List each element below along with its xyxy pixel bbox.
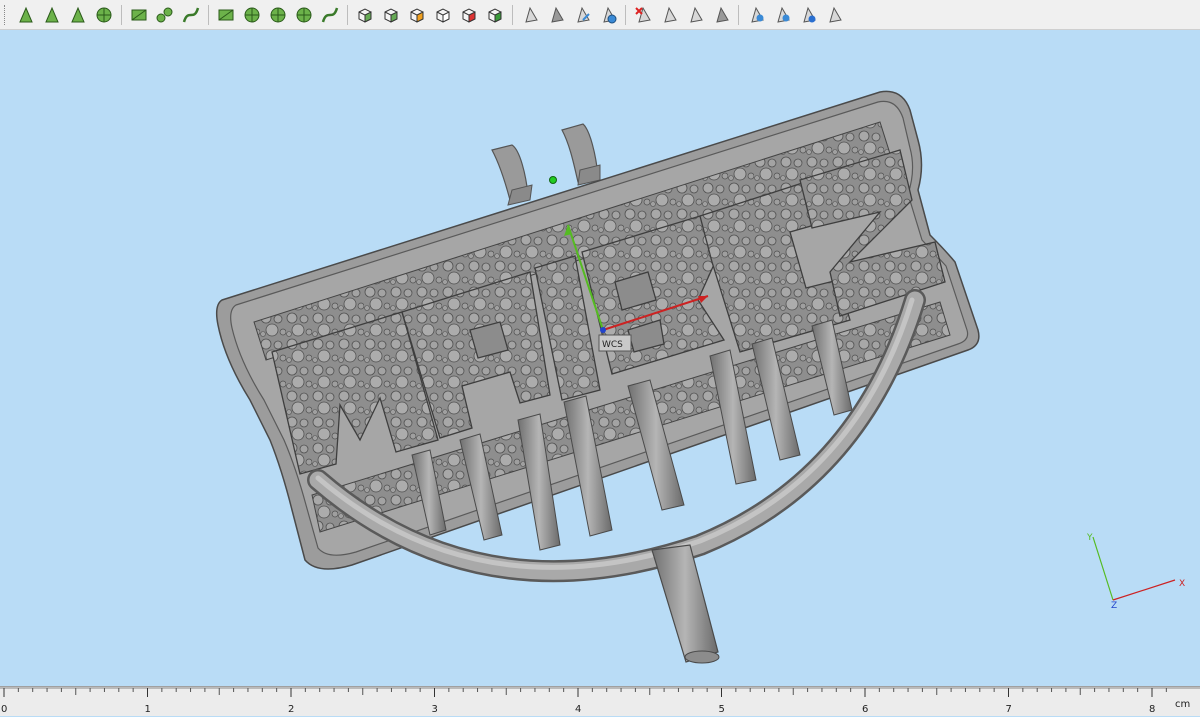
cube-green-icon [488, 7, 502, 23]
ruler-tick-label: 7 [1006, 704, 1012, 715]
cube-view-icon [358, 7, 372, 23]
sprue-stem [651, 544, 719, 663]
component-select-icon [270, 7, 286, 22]
connect-select-button[interactable] [153, 3, 177, 27]
triad-x-label: X [1179, 579, 1185, 589]
toolbar-grip[interactable] [4, 4, 8, 25]
select-path-icon [71, 6, 85, 22]
select-sphere-icon [96, 7, 112, 22]
triangle-grid-icon [829, 6, 842, 23]
triangle-globe-button[interactable] [596, 3, 620, 27]
triangle-search-button[interactable] [770, 3, 794, 27]
toolbar-separator [121, 4, 122, 25]
select-edge-button[interactable] [40, 3, 64, 27]
triangle-delete-icon [635, 6, 651, 23]
select-path-button[interactable] [66, 3, 90, 27]
triangle-solid-icon [716, 6, 729, 23]
select-point-button[interactable] [14, 3, 38, 27]
triangle-arrow-icon [577, 6, 590, 23]
ruler-tick-label: 2 [288, 704, 294, 715]
bottom-ruler: 0 1 2 3 4 5 6 7 8 cm [0, 686, 1200, 716]
triangle-info-icon [803, 6, 816, 23]
triangle-delete-button[interactable] [631, 3, 655, 27]
triangle-solid-button[interactable] [709, 3, 733, 27]
curve-select-icon [182, 7, 200, 22]
triangle-light-icon [751, 6, 764, 23]
triad-z-label: Z [1111, 601, 1117, 611]
rect-select-icon [131, 9, 147, 20]
ruler-tick-label: 5 [719, 704, 725, 715]
cube-green-button[interactable] [483, 3, 507, 27]
toolbar-separator [512, 4, 513, 25]
toolbar-separator [208, 4, 209, 25]
cube-front-icon [384, 7, 398, 23]
wheel-select-button[interactable] [292, 3, 316, 27]
cube-color-button[interactable] [405, 3, 429, 27]
triangle-fill-button[interactable] [544, 3, 568, 27]
triangle-outline-button[interactable] [683, 3, 707, 27]
cube-wire-icon [436, 7, 450, 23]
cube-view-button[interactable] [353, 3, 377, 27]
lasso-select-button[interactable] [318, 3, 342, 27]
cluster-select-icon [244, 7, 260, 22]
component-select-button[interactable] [266, 3, 290, 27]
ruler-tick-label: 1 [145, 704, 151, 715]
cluster-select-button[interactable] [240, 3, 264, 27]
triangle-shade-icon [664, 6, 677, 23]
wheel-select-icon [296, 7, 312, 22]
triangle-button[interactable] [518, 3, 542, 27]
triangle-info-button[interactable] [796, 3, 820, 27]
ruler-tick-label: 0 [1, 704, 7, 715]
orientation-triad: Y X Z [1086, 533, 1185, 611]
cube-wire-button[interactable] [431, 3, 455, 27]
rect-select-button[interactable] [127, 3, 151, 27]
triangle-arrow-button[interactable] [570, 3, 594, 27]
ruler-tick-label: 8 [1149, 704, 1155, 715]
ruler-tick-label: 4 [575, 704, 581, 715]
triangle-fill-icon [551, 6, 564, 23]
triangle-search-icon [777, 6, 790, 23]
triad-y-label: Y [1086, 533, 1093, 543]
toolbar-separator [738, 4, 739, 25]
toolbar-separator [347, 4, 348, 25]
ruler-unit-label: cm [1175, 699, 1190, 710]
triangle-outline-icon [690, 6, 703, 23]
3d-viewport[interactable]: WCS Y X Z [0, 30, 1200, 686]
cube-red-icon [462, 7, 476, 23]
select-sphere-button[interactable] [92, 3, 116, 27]
connect-select-icon [156, 7, 173, 22]
cube-red-button[interactable] [457, 3, 481, 27]
mesh-select-icon [218, 9, 234, 20]
ruler-tick-label: 3 [432, 704, 438, 715]
cube-color-icon [410, 7, 424, 23]
triangle-grid-button[interactable] [822, 3, 846, 27]
cube-front-button[interactable] [379, 3, 403, 27]
toolbar [0, 0, 1200, 30]
triangle-shade-button[interactable] [657, 3, 681, 27]
ruler-scale: 0 1 2 3 4 5 6 7 8 cm [0, 687, 1200, 715]
lasso-select-icon [321, 7, 339, 22]
pivot-marker[interactable] [549, 176, 557, 184]
wcs-label: WCS [602, 340, 623, 350]
viewport-canvas[interactable]: WCS Y X Z [0, 30, 1200, 686]
triangle-icon [525, 6, 538, 23]
triangle-globe-icon [603, 6, 617, 23]
ruler-tick-label: 6 [862, 704, 868, 715]
curve-select-button[interactable] [179, 3, 203, 27]
toolbar-separator [625, 4, 626, 25]
triangle-light-button[interactable] [744, 3, 768, 27]
select-edge-icon [45, 6, 59, 22]
select-point-icon [19, 6, 33, 22]
mesh-select-button[interactable] [214, 3, 238, 27]
